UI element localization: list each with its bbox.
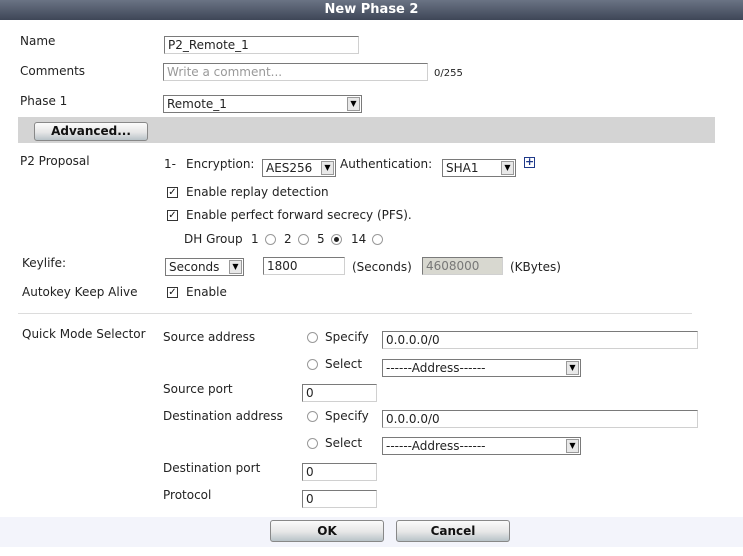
- destination-address-label: Destination address: [163, 409, 283, 423]
- name-label: Name: [20, 34, 56, 48]
- destination-address-selected: ------Address------: [386, 439, 486, 453]
- authentication-selected: SHA1: [446, 161, 479, 175]
- dh-option-2-radio[interactable]: [298, 234, 309, 245]
- replay-detection-checkbox[interactable]: ✓: [167, 187, 178, 198]
- protocol-label: Protocol: [163, 488, 212, 502]
- phase1-selected: Remote_1: [167, 97, 227, 111]
- keylife-unit-selected: Seconds: [169, 260, 220, 274]
- phase1-select[interactable]: Remote_1 ▼: [163, 95, 362, 113]
- keylife-seconds-input[interactable]: 1800: [263, 257, 345, 275]
- dh-option-14-radio[interactable]: [372, 234, 383, 245]
- destination-port-label: Destination port: [163, 461, 261, 475]
- source-address-label: Source address: [163, 330, 256, 344]
- encryption-selected: AES256: [266, 161, 313, 175]
- encryption-label: Encryption:: [186, 157, 255, 171]
- source-select-radio[interactable]: [307, 359, 318, 370]
- name-input[interactable]: P2_Remote_1: [164, 36, 359, 54]
- ok-button[interactable]: OK: [270, 520, 384, 542]
- source-specify-radio[interactable]: [307, 332, 318, 343]
- pfs-label: Enable perfect forward secrecy (PFS).: [186, 208, 412, 222]
- encryption-select[interactable]: AES256 ▼: [262, 159, 336, 177]
- autokey-label: Autokey Keep Alive: [22, 285, 138, 299]
- comments-counter: 0/255: [434, 68, 463, 79]
- destination-port-input[interactable]: 0: [302, 463, 377, 481]
- destination-address-input[interactable]: 0.0.0.0/0: [382, 410, 698, 428]
- dh-option-1-label: 1: [251, 232, 259, 246]
- dialog-title: New Phase 2: [0, 0, 743, 20]
- destination-address-select[interactable]: ------Address------ ▼: [382, 437, 581, 455]
- source-address-select[interactable]: ------Address------ ▼: [382, 359, 581, 377]
- chevron-down-icon: ▼: [566, 361, 579, 375]
- proposal-index: 1-: [164, 157, 176, 171]
- comments-input[interactable]: Write a comment...: [163, 63, 428, 81]
- chevron-down-icon: ▼: [229, 260, 242, 274]
- authentication-label: Authentication:: [340, 157, 433, 171]
- kbytes-unit-label: (KBytes): [510, 260, 561, 274]
- seconds-unit-label: (Seconds): [352, 260, 412, 274]
- source-specify-label: Specify: [325, 330, 369, 344]
- chevron-down-icon: ▼: [347, 97, 360, 111]
- authentication-select[interactable]: SHA1 ▼: [442, 159, 516, 177]
- source-address-input[interactable]: 0.0.0.0/0: [382, 331, 698, 349]
- keylife-kbytes-input[interactable]: 4608000: [422, 257, 503, 275]
- dh-option-5-label: 5: [317, 232, 325, 246]
- dh-option-1-radio[interactable]: [265, 234, 276, 245]
- keylife-label: Keylife:: [22, 256, 67, 270]
- source-port-input[interactable]: 0: [302, 384, 377, 402]
- destination-specify-label: Specify: [325, 409, 369, 423]
- keylife-unit-select[interactable]: Seconds ▼: [165, 258, 244, 276]
- autokey-enable-checkbox[interactable]: ✓: [167, 287, 178, 298]
- source-port-label: Source port: [163, 382, 233, 396]
- advanced-button[interactable]: Advanced...: [34, 122, 148, 141]
- source-select-label: Select: [325, 357, 363, 371]
- comments-label: Comments: [20, 64, 86, 78]
- autokey-enable-label: Enable: [186, 285, 227, 299]
- chevron-down-icon: ▼: [501, 161, 514, 175]
- protocol-input[interactable]: 0: [302, 490, 377, 508]
- destination-select-label: Select: [325, 436, 363, 450]
- pfs-checkbox[interactable]: ✓: [167, 210, 178, 221]
- dh-option-2-label: 2: [284, 232, 292, 246]
- dh-group-label: DH Group: [184, 232, 243, 246]
- chevron-down-icon: ▼: [321, 161, 334, 175]
- cancel-button[interactable]: Cancel: [396, 520, 510, 542]
- destination-specify-radio[interactable]: [307, 411, 318, 422]
- dh-option-5-radio[interactable]: [331, 234, 342, 245]
- p2-proposal-label: P2 Proposal: [20, 154, 90, 168]
- phase1-label: Phase 1: [20, 94, 68, 108]
- source-address-selected: ------Address------: [386, 361, 486, 375]
- destination-select-radio[interactable]: [307, 438, 318, 449]
- replay-detection-label: Enable replay detection: [186, 185, 329, 199]
- dh-option-14-label: 14: [351, 232, 367, 246]
- section-divider: [18, 313, 692, 314]
- chevron-down-icon: ▼: [566, 439, 579, 453]
- plus-box-icon[interactable]: +: [524, 156, 535, 168]
- quick-mode-label: Quick Mode Selector: [22, 327, 146, 341]
